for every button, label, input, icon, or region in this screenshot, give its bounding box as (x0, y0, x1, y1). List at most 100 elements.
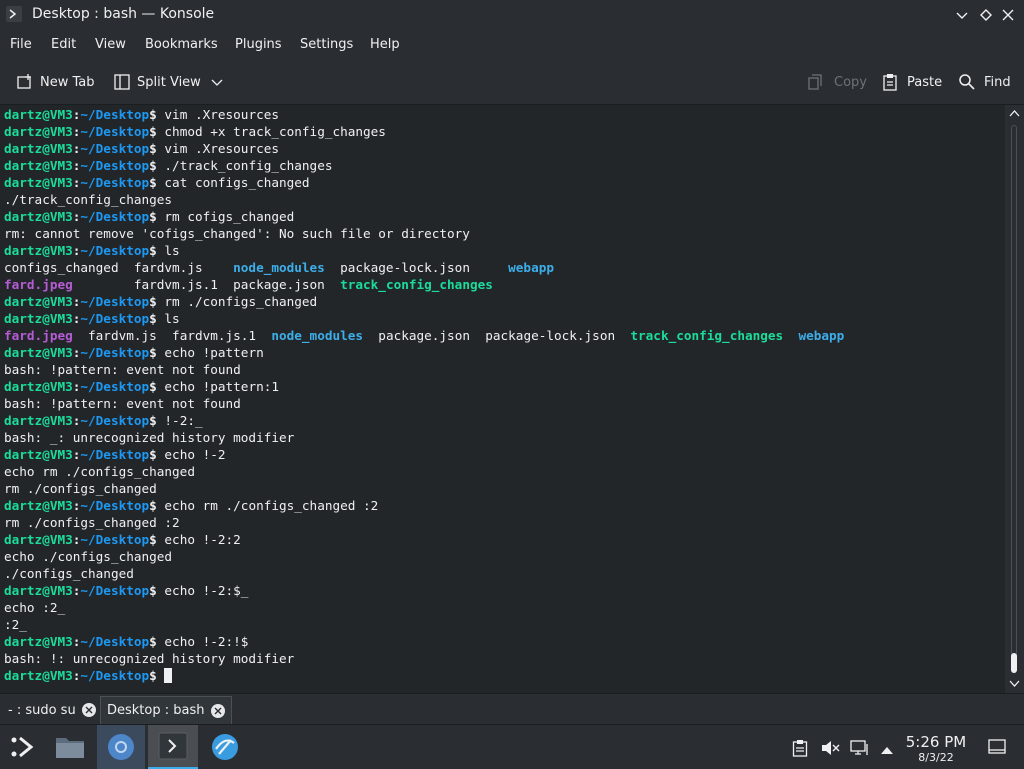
prompt-path: ~/Desktop (80, 583, 150, 598)
prompt-path: ~/Desktop (80, 294, 150, 309)
prompt-user: dartz@VM3 (4, 634, 73, 649)
new-tab-button[interactable]: New Tab (16, 72, 95, 92)
output-segment: track_config_changes (340, 277, 493, 292)
scroll-thumb[interactable] (1011, 653, 1017, 673)
chevron-down-icon[interactable] (211, 76, 223, 88)
close-icon (1002, 9, 1014, 21)
command-line: dartz@VM3:~/Desktop$ ls (4, 310, 844, 327)
prompt-user: dartz@VM3 (4, 379, 73, 394)
show-desktop-icon[interactable] (988, 739, 1006, 759)
prompt-user: dartz@VM3 (4, 124, 73, 139)
menu-file[interactable]: File (10, 37, 32, 52)
prompt-user: dartz@VM3 (4, 345, 73, 360)
maximize-button[interactable] (976, 5, 996, 25)
volume-muted-icon[interactable] (820, 739, 840, 761)
output-segment: rm: cannot remove 'cofigs_changed': No s… (4, 226, 470, 241)
tab-desktop-bash[interactable]: Desktop : bash (100, 696, 232, 724)
close-tab-icon[interactable] (210, 703, 225, 718)
output-segment: ./track_config_changes (4, 192, 173, 207)
copy-icon (808, 74, 822, 90)
output-segment: fardvm.js fardvm.js.1 (72, 328, 272, 343)
expand-tray-icon[interactable] (879, 741, 895, 760)
menu-plugins[interactable]: Plugins (235, 37, 282, 52)
toolbar: New Tab Split View Copy Paste Find (0, 60, 1024, 105)
prompt-path: ~/Desktop (80, 209, 150, 224)
close-button[interactable] (998, 5, 1018, 25)
tab-label: Desktop : bash (107, 703, 205, 718)
prompt-user: dartz@VM3 (4, 107, 73, 122)
new-tab-icon (17, 74, 31, 89)
output-line: bash: !pattern: event not found (4, 395, 844, 412)
scroll-down-icon[interactable] (1009, 679, 1020, 688)
prompt-path: ~/Desktop (80, 107, 150, 122)
output-line: echo rm ./configs_changed (4, 463, 844, 480)
tab-sudo-su[interactable]: - : sudo su (2, 696, 102, 724)
chromium-icon[interactable] (97, 725, 145, 769)
output-line: bash: _: unrecognized history modifier (4, 429, 844, 446)
network-icon[interactable] (850, 739, 870, 761)
clock[interactable]: 5:26 PM 8/3/22 (900, 733, 972, 764)
prompt-symbol: $ (149, 532, 165, 547)
output-line: rm: cannot remove 'cofigs_changed': No s… (4, 225, 844, 242)
application-launcher-icon[interactable] (2, 725, 42, 769)
output-segment: echo rm ./configs_changed (4, 464, 195, 479)
output-segment: fard.jpeg (4, 328, 73, 343)
copy-label: Copy (834, 74, 867, 90)
scroll-track[interactable] (1011, 125, 1017, 673)
menu-view[interactable]: View (95, 37, 126, 52)
prompt-user: dartz@VM3 (4, 158, 73, 173)
browser-icon[interactable] (200, 725, 250, 769)
output-segment: webapp (798, 328, 845, 343)
command-text: echo rm ./configs_changed :2 (164, 498, 379, 513)
konsole-icon[interactable] (148, 725, 198, 769)
command-line: dartz@VM3:~/Desktop$ cat configs_changed (4, 174, 844, 191)
prompt-symbol: $ (149, 124, 165, 139)
terminal-scrollbar[interactable] (1005, 105, 1024, 693)
chevron-down-icon (956, 12, 968, 19)
prompt-symbol: $ (149, 498, 165, 513)
copy-button[interactable]: Copy (806, 72, 867, 92)
prompt-user: dartz@VM3 (4, 175, 73, 190)
command-line: dartz@VM3:~/Desktop$ !-2:_ (4, 412, 844, 429)
close-tab-icon[interactable] (81, 703, 96, 717)
prompt-symbol: $ (149, 243, 165, 258)
prompt-user: dartz@VM3 (4, 209, 73, 224)
command-line: dartz@VM3:~/Desktop$ echo !pattern:1 (4, 378, 844, 395)
prompt-symbol: $ (149, 294, 165, 309)
output-segment: track_config_changes (630, 328, 784, 343)
diamond-icon (980, 9, 992, 21)
menu-bookmarks[interactable]: Bookmarks (145, 37, 218, 52)
tab-bar: - : sudo su Desktop : bash (0, 693, 1024, 725)
find-button[interactable]: Find (958, 72, 1011, 92)
prompt-user: dartz@VM3 (4, 243, 73, 258)
output-line: echo :2_ (4, 599, 844, 616)
clipboard-icon[interactable] (792, 739, 808, 761)
terminal-view[interactable]: dartz@VM3:~/Desktop$ vim .Xresources dart… (0, 105, 1005, 693)
output-line: bash: !: unrecognized history modifier (4, 650, 844, 667)
prompt-path: ~/Desktop (80, 447, 150, 462)
title-bar: Desktop : bash — Konsole (0, 0, 1024, 30)
scroll-up-icon[interactable] (1009, 109, 1020, 118)
minimize-button[interactable] (952, 5, 972, 25)
output-segment: node_modules (271, 328, 364, 343)
menu-help[interactable]: Help (370, 37, 400, 52)
konsole-app-icon[interactable] (6, 6, 22, 22)
prompt-path: ~/Desktop (80, 141, 150, 156)
output-segment: bash: !: unrecognized history modifier (4, 651, 295, 666)
new-tab-label: New Tab (40, 74, 95, 90)
paste-button[interactable]: Paste (881, 72, 942, 92)
split-view-label: Split View (137, 74, 201, 90)
file-manager-icon[interactable] (48, 725, 92, 769)
command-text: rm cofigs_changed (164, 209, 295, 224)
prompt-user: dartz@VM3 (4, 532, 73, 547)
menu-edit[interactable]: Edit (51, 37, 76, 52)
prompt-user: dartz@VM3 (4, 141, 73, 156)
prompt-user: dartz@VM3 (4, 447, 73, 462)
output-line: rm ./configs_changed (4, 480, 844, 497)
prompt-symbol: $ (149, 175, 165, 190)
split-view-button[interactable]: Split View (113, 72, 223, 92)
split-view-icon (114, 74, 130, 90)
menu-bar: File Edit View Bookmarks Plugins Setting… (0, 30, 1024, 60)
menu-settings[interactable]: Settings (300, 37, 353, 52)
prompt-symbol: $ (149, 634, 165, 649)
